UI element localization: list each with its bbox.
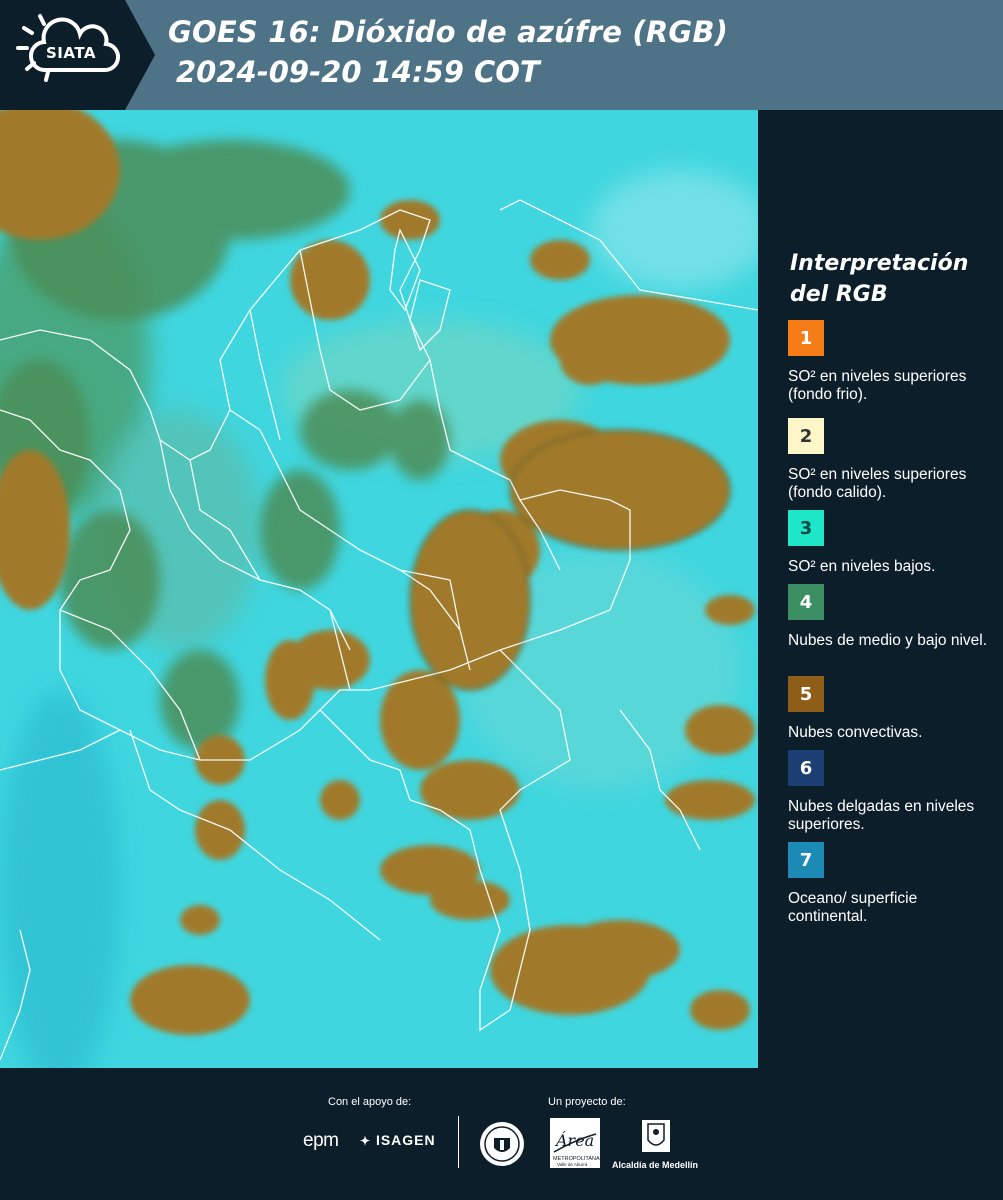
alcaldia-label: Alcaldía de Medellín <box>612 1160 699 1170</box>
legend-swatch-7: 7 <box>788 842 824 878</box>
svg-text:Área: Área <box>554 1130 594 1150</box>
footer: Con el apoyo de: Un proyecto de: epm ✦ I… <box>0 1068 1003 1200</box>
legend-label-2: SO² en niveles superiores (fondo calido)… <box>788 466 967 501</box>
isagen-logo: ✦ ISAGEN <box>360 1132 436 1148</box>
legend-item-1: 1 SO² en niveles superiores (fondo frio)… <box>788 320 998 404</box>
legend-swatch-5: 5 <box>788 676 824 712</box>
legend-swatch-1: 1 <box>788 320 824 356</box>
support-label: Con el apoyo de: <box>328 1096 412 1108</box>
project-label: Un proyecto de: <box>548 1096 626 1108</box>
footer-divider <box>458 1116 459 1168</box>
legend-label-7: Oceano/ superficie continental. <box>788 890 918 925</box>
legend-label-1: SO² en niveles superiores (fondo frio). <box>788 368 967 403</box>
page-title: GOES 16: Dióxido de azúfre (RGB) <box>168 15 729 49</box>
legend-item-7: 7 Oceano/ superficie continental. <box>788 842 998 926</box>
legend-swatch-3: 3 <box>788 510 824 546</box>
legend-item-5: 5 Nubes convectivas. <box>788 676 998 742</box>
legend-label-4: Nubes de medio y bajo nivel. <box>788 632 988 649</box>
legend-label-6: Nubes delgadas en niveles superiores. <box>788 798 975 833</box>
legend-title: Interpretación del RGB <box>790 248 995 310</box>
legend-swatch-4: 4 <box>788 584 824 620</box>
legend-item-2: 2 SO² en niveles superiores (fondo calid… <box>788 418 998 502</box>
legend-title-line1: Interpretación <box>790 251 969 276</box>
satellite-map <box>0 110 758 1068</box>
medellin-seal-icon <box>480 1122 524 1166</box>
legend-label-3: SO² en niveles bajos. <box>788 558 936 575</box>
legend-item-6: 6 Nubes delgadas en niveles superiores. <box>788 750 998 834</box>
epm-logo: epm <box>303 1130 339 1151</box>
page-timestamp: 2024-09-20 14:59 COT <box>176 55 540 89</box>
legend-item-3: 3 SO² en niveles bajos. <box>788 510 998 576</box>
svg-text:Valle de Aburrá: Valle de Aburrá <box>557 1162 588 1167</box>
legend-swatch-6: 6 <box>788 750 824 786</box>
satellite-image <box>0 110 758 1068</box>
area-metropolitana-logo: Área METROPOLITANA Valle de Aburrá <box>550 1118 600 1168</box>
siata-logo-text: SIATA <box>46 44 97 62</box>
alcaldia-shield-icon <box>642 1120 670 1152</box>
legend-swatch-2: 2 <box>788 418 824 454</box>
legend-label-5: Nubes convectivas. <box>788 724 923 741</box>
legend-panel: Interpretación del RGB 1 SO² en niveles … <box>758 110 1003 1068</box>
legend-title-line2: del RGB <box>790 282 888 307</box>
isagen-mark-icon: ✦ <box>360 1134 372 1148</box>
isagen-text: ISAGEN <box>375 1132 436 1148</box>
header-bar: SIATA GOES 16: Dióxido de azúfre (RGB) 2… <box>0 0 1003 110</box>
legend-item-4: 4 Nubes de medio y bajo nivel. <box>788 584 998 650</box>
